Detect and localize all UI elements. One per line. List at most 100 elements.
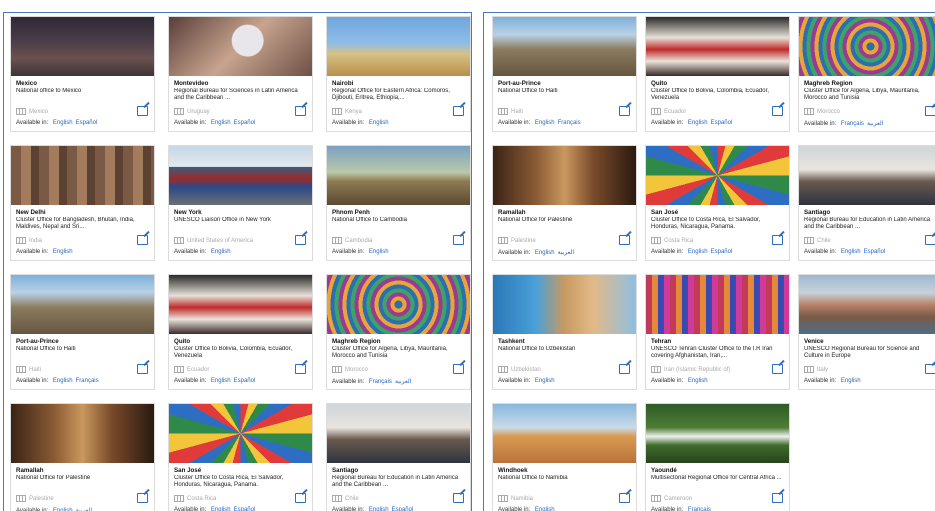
office-card[interactable]: Phnom Penh National Office to Cambodia C… xyxy=(326,145,471,261)
office-name[interactable]: Santiago xyxy=(327,463,470,475)
language-link[interactable]: Français xyxy=(369,379,392,385)
language-link[interactable]: Español xyxy=(392,507,414,511)
language-link[interactable]: English xyxy=(369,249,389,255)
office-photo[interactable] xyxy=(11,275,154,334)
edit-icon[interactable] xyxy=(295,106,306,116)
office-photo[interactable] xyxy=(327,275,470,334)
office-photo[interactable] xyxy=(169,146,312,205)
edit-icon[interactable] xyxy=(137,235,148,245)
language-link[interactable]: English xyxy=(53,120,73,126)
language-link[interactable]: العربية xyxy=(395,379,411,385)
edit-icon[interactable] xyxy=(925,364,935,374)
office-name[interactable]: Ramallah xyxy=(11,463,154,475)
office-name[interactable]: Tehran xyxy=(646,334,789,346)
office-name[interactable]: Phnom Penh xyxy=(327,205,470,217)
office-card[interactable]: New York UNESCO Liaison Office in New Yo… xyxy=(168,145,313,261)
edit-icon[interactable] xyxy=(453,235,464,245)
office-photo[interactable] xyxy=(327,17,470,76)
edit-icon[interactable] xyxy=(295,235,306,245)
language-link[interactable]: English xyxy=(841,378,861,384)
office-name[interactable]: Ramallah xyxy=(493,205,636,217)
language-link[interactable]: Español xyxy=(76,120,98,126)
language-link[interactable]: English xyxy=(211,507,231,511)
office-photo[interactable] xyxy=(646,17,789,76)
edit-icon[interactable] xyxy=(619,106,630,116)
language-link[interactable]: Français xyxy=(76,378,99,384)
office-name[interactable]: Venice xyxy=(799,334,935,346)
language-link[interactable]: Español xyxy=(711,120,733,126)
office-card[interactable]: Maghreb Region Cluster Office for Algeri… xyxy=(326,274,471,390)
language-link[interactable]: English xyxy=(369,507,389,511)
edit-icon[interactable] xyxy=(295,493,306,503)
language-link[interactable]: Español xyxy=(234,507,256,511)
language-link[interactable]: Español xyxy=(234,378,256,384)
edit-icon[interactable] xyxy=(453,106,464,116)
language-link[interactable]: English xyxy=(535,250,555,256)
office-name[interactable]: Maghreb Region xyxy=(799,76,935,88)
edit-icon[interactable] xyxy=(619,364,630,374)
office-card[interactable]: Windhoek National Office to Namibia Nami… xyxy=(492,403,637,511)
office-name[interactable]: Quito xyxy=(169,334,312,346)
language-link[interactable]: English xyxy=(211,120,231,126)
office-card[interactable]: Venice UNESCO Regional Bureau for Scienc… xyxy=(798,274,935,390)
office-photo[interactable] xyxy=(169,17,312,76)
office-name[interactable]: San José xyxy=(646,205,789,217)
office-card[interactable]: Quito Cluster Office to Bolivia, Colombi… xyxy=(645,16,790,132)
office-card[interactable]: Port-au-Prince National Office to Haiti … xyxy=(10,274,155,390)
office-photo[interactable] xyxy=(11,146,154,205)
language-link[interactable]: English xyxy=(211,378,231,384)
office-photo[interactable] xyxy=(799,17,935,76)
edit-icon[interactable] xyxy=(137,364,148,374)
office-card[interactable]: San José Cluster Office to Costa Rica, E… xyxy=(168,403,313,511)
office-name[interactable]: Port-au-Prince xyxy=(493,76,636,88)
office-name[interactable]: New York xyxy=(169,205,312,217)
office-photo[interactable] xyxy=(11,404,154,463)
office-name[interactable]: Port-au-Prince xyxy=(11,334,154,346)
office-name[interactable]: Yaoundé xyxy=(646,463,789,475)
office-photo[interactable] xyxy=(493,146,636,205)
office-name[interactable]: New Delhi xyxy=(11,205,154,217)
language-link[interactable]: Español xyxy=(711,249,733,255)
language-link[interactable]: Français xyxy=(841,121,864,127)
office-name[interactable]: Maghreb Region xyxy=(327,334,470,346)
office-card[interactable]: Santiago Regional Bureau for Education i… xyxy=(326,403,471,511)
edit-icon[interactable] xyxy=(772,364,783,374)
edit-icon[interactable] xyxy=(925,235,935,245)
office-photo[interactable] xyxy=(799,146,935,205)
office-photo[interactable] xyxy=(646,146,789,205)
office-card[interactable]: Tashkent National Office to Uzbekistan U… xyxy=(492,274,637,390)
language-link[interactable]: English xyxy=(535,120,555,126)
office-name[interactable]: Windhoek xyxy=(493,463,636,475)
office-card[interactable]: Ramallah National Office for Palestine P… xyxy=(10,403,155,511)
edit-icon[interactable] xyxy=(925,106,935,116)
office-photo[interactable] xyxy=(646,275,789,334)
language-link[interactable]: العربية xyxy=(867,121,883,127)
office-photo[interactable] xyxy=(493,275,636,334)
office-name[interactable]: Tashkent xyxy=(493,334,636,346)
office-photo[interactable] xyxy=(169,275,312,334)
edit-icon[interactable] xyxy=(619,493,630,503)
office-name[interactable]: Mexico xyxy=(11,76,154,88)
edit-icon[interactable] xyxy=(137,493,148,503)
edit-icon[interactable] xyxy=(772,106,783,116)
office-card[interactable]: Port-au-Prince National Office to Haiti … xyxy=(492,16,637,132)
office-photo[interactable] xyxy=(327,146,470,205)
edit-icon[interactable] xyxy=(772,235,783,245)
language-link[interactable]: English xyxy=(688,378,708,384)
office-name[interactable]: Nairobi xyxy=(327,76,470,88)
office-card[interactable]: Nairobi Regional Office for Eastern Afri… xyxy=(326,16,471,132)
edit-icon[interactable] xyxy=(453,364,464,374)
language-link[interactable]: English xyxy=(211,249,231,255)
edit-icon[interactable] xyxy=(137,106,148,116)
office-card[interactable]: Santiago Regional Bureau for Education i… xyxy=(798,145,935,261)
language-link[interactable]: Español xyxy=(864,249,886,255)
office-name[interactable]: San José xyxy=(169,463,312,475)
edit-icon[interactable] xyxy=(772,493,783,503)
edit-icon[interactable] xyxy=(295,364,306,374)
office-card[interactable]: Ramallah National Office for Palestine P… xyxy=(492,145,637,261)
office-photo[interactable] xyxy=(327,404,470,463)
language-link[interactable]: English xyxy=(53,249,73,255)
language-link[interactable]: English xyxy=(688,120,708,126)
language-link[interactable]: English xyxy=(535,378,555,384)
language-link[interactable]: English xyxy=(535,507,555,511)
